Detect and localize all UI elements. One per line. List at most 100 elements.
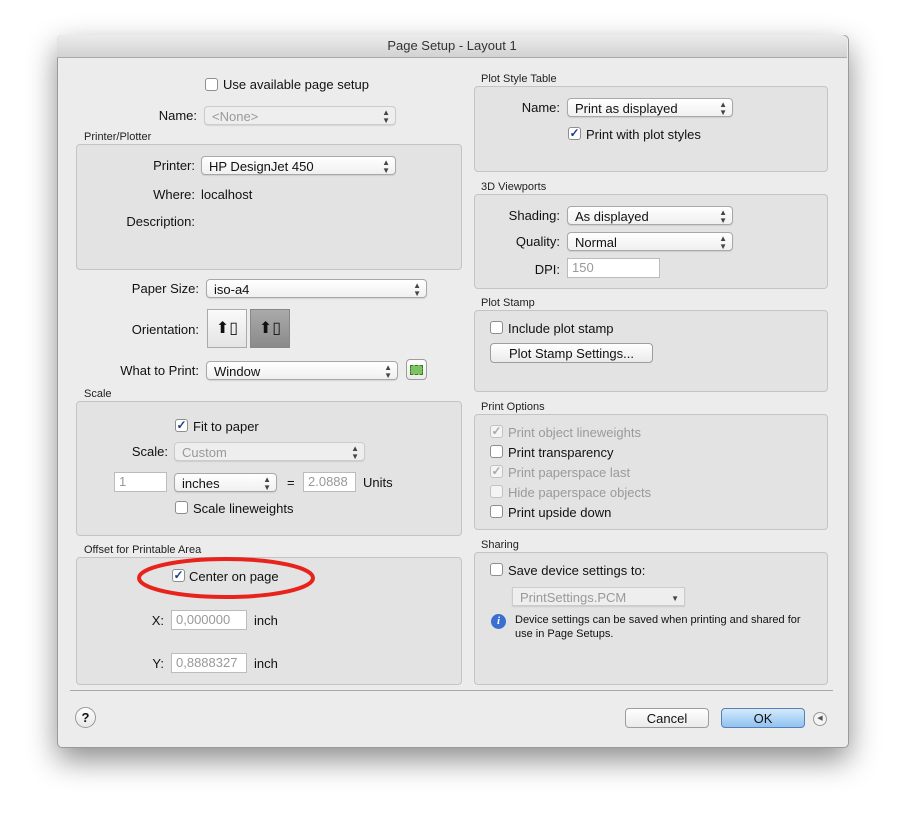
name-label: Name: xyxy=(158,108,197,123)
where-value: localhost xyxy=(201,187,253,202)
plot-stamp-settings-button[interactable]: Plot Stamp Settings... xyxy=(490,343,653,363)
highlight-ellipse xyxy=(137,557,315,599)
x-offset-field[interactable]: 0,000000 xyxy=(171,610,247,630)
print-lineweights-label: Print object lineweights xyxy=(508,425,641,440)
equals-sign: = xyxy=(287,475,295,490)
print-options-group-label: Print Options xyxy=(481,401,545,413)
x-unit-label: inch xyxy=(254,613,278,628)
paperspace-last-label: Print paperspace last xyxy=(508,465,631,480)
viewports-group-label: 3D Viewports xyxy=(481,181,547,193)
landscape-icon: ⬆▯ xyxy=(258,320,282,337)
info-icon: i xyxy=(491,614,506,629)
y-offset-field[interactable]: 0,8888327 xyxy=(171,653,247,673)
scale-value: Custom xyxy=(182,445,227,460)
cancel-button[interactable]: Cancel xyxy=(625,708,709,728)
updown-icon: ▲ ▼ xyxy=(384,363,392,380)
scale-unit-select[interactable]: inches ▲ ▼ xyxy=(174,473,277,492)
hide-paperspace-label: Hide paperspace objects xyxy=(508,485,652,500)
units-field[interactable]: 2.0888 xyxy=(303,472,356,492)
name-select[interactable]: <None> ▲ ▼ xyxy=(204,106,396,125)
printer-group-label: Printer/Plotter xyxy=(84,131,152,143)
updown-icon: ▲ ▼ xyxy=(351,444,359,461)
plot-style-select[interactable]: Print as displayed ▲ ▼ xyxy=(567,98,733,117)
what-to-print-select[interactable]: Window ▲ ▼ xyxy=(206,361,398,380)
footer-divider xyxy=(70,690,833,691)
printer-select[interactable]: HP DesignJet 450 ▲ ▼ xyxy=(201,156,396,175)
print-with-styles-checkbox[interactable]: ✓ xyxy=(568,127,581,140)
fit-to-paper-checkbox[interactable]: ✓ xyxy=(175,419,188,432)
fit-to-paper-label: Fit to paper xyxy=(193,419,259,434)
plot-style-name-label: Name: xyxy=(521,100,560,115)
upside-down-label: Print upside down xyxy=(508,505,612,520)
plot-style-group-label: Plot Style Table xyxy=(481,73,557,85)
updown-icon: ▲ ▼ xyxy=(719,234,727,251)
quality-select[interactable]: Normal ▲ ▼ xyxy=(567,232,733,251)
paper-size-select[interactable]: iso-a4 ▲ ▼ xyxy=(206,279,427,298)
shading-select[interactable]: As displayed ▲ ▼ xyxy=(567,206,733,225)
triangle-left-icon: ◀ xyxy=(817,715,823,722)
updown-icon: ▲ ▼ xyxy=(382,108,390,125)
portrait-button[interactable]: ⬆▯ xyxy=(207,309,247,348)
quality-value: Normal xyxy=(575,235,617,250)
x-label: X: xyxy=(151,613,164,628)
ok-button[interactable]: OK xyxy=(721,708,805,728)
units-label: Units xyxy=(363,475,393,490)
scale-unit-value: inches xyxy=(182,476,220,491)
shading-label: Shading: xyxy=(508,208,560,223)
scale-amount-field[interactable]: 1 xyxy=(114,472,167,492)
scale-lineweights-label: Scale lineweights xyxy=(193,501,294,516)
title-bar: Page Setup - Layout 1 xyxy=(57,35,847,58)
plot-style-value: Print as displayed xyxy=(575,101,678,116)
print-transparency-label: Print transparency xyxy=(508,445,614,460)
y-unit-label: inch xyxy=(254,656,278,671)
scale-group-label: Scale xyxy=(84,388,112,400)
printer-value: HP DesignJet 450 xyxy=(209,159,314,174)
updown-icon: ▲ ▼ xyxy=(719,208,727,225)
save-device-settings-checkbox[interactable] xyxy=(490,563,503,576)
dpi-label: DPI: xyxy=(534,262,560,277)
help-button[interactable]: ? xyxy=(75,707,96,728)
what-to-print-label: What to Print: xyxy=(120,363,199,378)
portrait-icon: ⬆▯ xyxy=(215,320,239,337)
settings-file-value: PrintSettings.PCM xyxy=(520,590,627,605)
updown-icon: ▲ ▼ xyxy=(382,158,390,175)
name-value: <None> xyxy=(212,109,259,124)
use-available-label: Use available page setup xyxy=(223,77,369,92)
orientation-label: Orientation: xyxy=(131,322,199,337)
updown-icon: ▲ ▼ xyxy=(719,100,727,117)
updown-icon: ▲ ▼ xyxy=(413,281,421,298)
scale-lineweights-checkbox[interactable] xyxy=(175,501,188,514)
use-available-checkbox[interactable] xyxy=(205,78,218,91)
paperspace-last-checkbox[interactable]: ✓ xyxy=(490,465,503,478)
dropdown-arrow-icon: ▼ xyxy=(671,594,679,603)
scale-label: Scale: xyxy=(131,444,168,459)
y-label: Y: xyxy=(152,656,164,671)
scale-select[interactable]: Custom ▲ ▼ xyxy=(174,442,365,461)
print-lineweights-checkbox[interactable]: ✓ xyxy=(490,425,503,438)
paper-size-value: iso-a4 xyxy=(214,282,250,297)
landscape-button[interactable]: ⬆▯ xyxy=(250,309,290,348)
print-with-styles-label: Print with plot styles xyxy=(586,127,701,142)
settings-file-select[interactable]: PrintSettings.PCM ▼ xyxy=(512,587,685,606)
printer-label: Printer: xyxy=(153,158,195,173)
pick-window-button[interactable] xyxy=(406,359,427,380)
dpi-field[interactable]: 150 xyxy=(567,258,660,278)
paper-size-label: Paper Size: xyxy=(131,281,199,296)
disclosure-button[interactable]: ◀ xyxy=(813,712,827,726)
print-transparency-checkbox[interactable] xyxy=(490,445,503,458)
updown-icon: ▲ ▼ xyxy=(263,475,271,492)
save-device-settings-label: Save device settings to: xyxy=(508,563,646,578)
description-label: Description: xyxy=(126,214,195,229)
what-to-print-value: Window xyxy=(214,364,261,379)
include-plot-stamp-label: Include plot stamp xyxy=(508,321,614,336)
window-select-icon xyxy=(410,365,423,375)
sharing-group-label: Sharing xyxy=(481,539,519,551)
where-label: Where: xyxy=(153,187,195,202)
include-plot-stamp-checkbox[interactable] xyxy=(490,321,503,334)
quality-label: Quality: xyxy=(515,234,560,249)
upside-down-checkbox[interactable] xyxy=(490,505,503,518)
sharing-info-text: Device settings can be saved when printi… xyxy=(515,614,801,640)
shading-value: As displayed xyxy=(575,209,649,224)
hide-paperspace-checkbox[interactable] xyxy=(490,485,503,498)
plot-stamp-group-label: Plot Stamp xyxy=(481,297,535,309)
